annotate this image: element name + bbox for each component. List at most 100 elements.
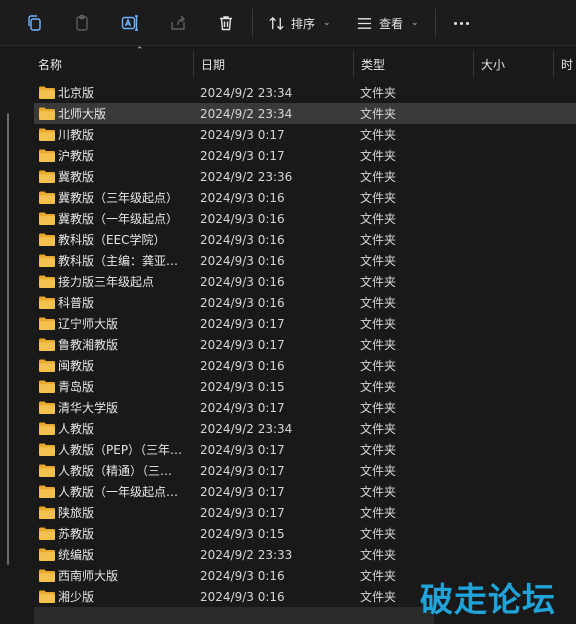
delete-icon[interactable] [213,10,239,36]
file-type: 文件夹 [360,86,397,100]
folder-icon [39,443,55,456]
view-button[interactable]: 查看 ⌄ [356,10,419,36]
folder-icon [39,317,55,330]
column-name[interactable]: 名称 [30,49,193,79]
folder-icon [39,359,55,372]
folder-icon [39,296,55,309]
list-item[interactable] [34,607,434,624]
file-name: 人教版（一年级起点… [58,485,179,499]
file-name: 苏教版 [58,527,95,541]
list-item[interactable]: 冀教版 2024/9/2 23:36 文件夹 [34,166,576,187]
list-item[interactable]: 人教版 2024/9/2 23:34 文件夹 [34,418,576,439]
folder-icon [39,212,55,225]
folder-icon [39,401,55,414]
file-date: 2024/9/3 0:17 [200,400,285,415]
file-name: 冀教版（一年级起点） [58,212,179,226]
list-item[interactable]: 北师大版 2024/9/2 23:34 文件夹 [34,103,576,124]
file-type: 文件夹 [360,527,397,541]
chevron-down-icon: ⌄ [411,18,419,28]
file-type: 文件夹 [360,254,397,268]
file-name: 湘少版 [58,590,95,604]
file-name: 冀教版（三年级起点） [58,191,179,205]
list-item[interactable]: 清华大学版 2024/9/3 0:17 文件夹 [34,397,576,418]
list-item[interactable]: 人教版（一年级起点… 2024/9/3 0:17 文件夹 [34,481,576,502]
folder-icon [39,422,55,435]
rename-icon[interactable] [117,10,143,36]
file-type: 文件夹 [360,569,397,583]
column-time[interactable]: 时 [553,49,576,79]
navigation-pane-edge [0,47,20,624]
file-name: 人教版（PEP）（三年… [58,443,183,457]
list-item[interactable]: 川教版 2024/9/3 0:17 文件夹 [34,124,576,145]
scrollbar[interactable] [7,113,9,565]
list-item[interactable]: 人教版（PEP）（三年… 2024/9/3 0:17 文件夹 [34,439,576,460]
paste-icon[interactable] [69,10,95,36]
sort-button[interactable]: 排序 ⌄ [268,10,331,36]
column-name-label: 名称 [38,57,63,72]
file-date: 2024/9/3 0:17 [200,463,285,478]
file-type: 文件夹 [360,464,397,478]
file-type: 文件夹 [360,590,397,604]
file-date: 2024/9/3 0:17 [200,484,285,499]
file-name: 西南师大版 [58,569,119,583]
list-item[interactable]: 沪教版 2024/9/3 0:17 文件夹 [34,145,576,166]
file-type: 文件夹 [360,380,397,394]
list-item[interactable]: 青岛版 2024/9/3 0:15 文件夹 [34,376,576,397]
file-name: 辽宁师大版 [58,317,119,331]
file-type: 文件夹 [360,548,397,562]
file-type: 文件夹 [360,107,397,121]
list-item[interactable]: 苏教版 2024/9/3 0:15 文件夹 [34,523,576,544]
toolbar-divider [252,9,253,37]
list-item[interactable]: 统编版 2024/9/2 23:33 文件夹 [34,544,576,565]
list-item[interactable]: 教科版（EEC学院） 2024/9/3 0:16 文件夹 [34,229,576,250]
folder-icon [39,569,55,582]
file-type: 文件夹 [360,443,397,457]
file-date: 2024/9/3 0:16 [200,358,285,373]
file-name: 北京版 [58,86,95,100]
folder-icon [39,233,55,246]
file-name: 教科版（主编：龚亚… [58,254,179,268]
list-item[interactable]: 鲁教湘教版 2024/9/3 0:17 文件夹 [34,334,576,355]
file-name: 青岛版 [58,380,95,394]
chevron-down-icon: ⌄ [323,18,331,28]
list-item[interactable]: 北京版 2024/9/2 23:34 文件夹 [34,82,576,103]
list-item[interactable]: 陕旅版 2024/9/3 0:17 文件夹 [34,502,576,523]
file-name: 闽教版 [58,359,95,373]
column-type[interactable]: 类型 [353,49,473,79]
list-item[interactable]: 接力版三年级起点 2024/9/3 0:16 文件夹 [34,271,576,292]
sort-icon [269,16,284,30]
file-type: 文件夹 [360,317,397,331]
view-icon [357,17,372,29]
file-type: 文件夹 [360,506,397,520]
file-date: 2024/9/3 0:16 [200,232,285,247]
file-name: 科普版 [58,296,95,310]
copy-icon[interactable] [21,10,47,36]
folder-icon [39,170,55,183]
folder-icon [39,380,55,393]
column-date-label: 日期 [201,57,226,72]
file-date: 2024/9/3 0:16 [200,190,285,205]
column-date[interactable]: 日期 [193,49,353,79]
list-item[interactable]: 冀教版（三年级起点） 2024/9/3 0:16 文件夹 [34,187,576,208]
file-type: 文件夹 [360,233,397,247]
list-item[interactable]: 辽宁师大版 2024/9/3 0:17 文件夹 [34,313,576,334]
file-type: 文件夹 [360,191,397,205]
file-date: 2024/9/3 0:16 [200,211,285,226]
list-item[interactable]: 科普版 2024/9/3 0:16 文件夹 [34,292,576,313]
file-date: 2024/9/3 0:16 [200,253,285,268]
file-date: 2024/9/2 23:36 [200,169,293,184]
list-item[interactable]: 冀教版（一年级起点） 2024/9/3 0:16 文件夹 [34,208,576,229]
share-icon[interactable] [165,10,191,36]
file-date: 2024/9/2 23:33 [200,547,293,562]
column-size-label: 大小 [481,57,506,72]
list-item[interactable]: 闽教版 2024/9/3 0:16 文件夹 [34,355,576,376]
folder-icon [39,107,55,120]
more-icon[interactable] [449,12,473,34]
column-size[interactable]: 大小 [473,49,553,79]
file-type: 文件夹 [360,296,397,310]
folder-icon [39,527,55,540]
file-name: 冀教版 [58,170,95,184]
file-date: 2024/9/2 23:34 [200,85,293,100]
list-item[interactable]: 教科版（主编：龚亚… 2024/9/3 0:16 文件夹 [34,250,576,271]
list-item[interactable]: 人教版（精通）（三… 2024/9/3 0:17 文件夹 [34,460,576,481]
